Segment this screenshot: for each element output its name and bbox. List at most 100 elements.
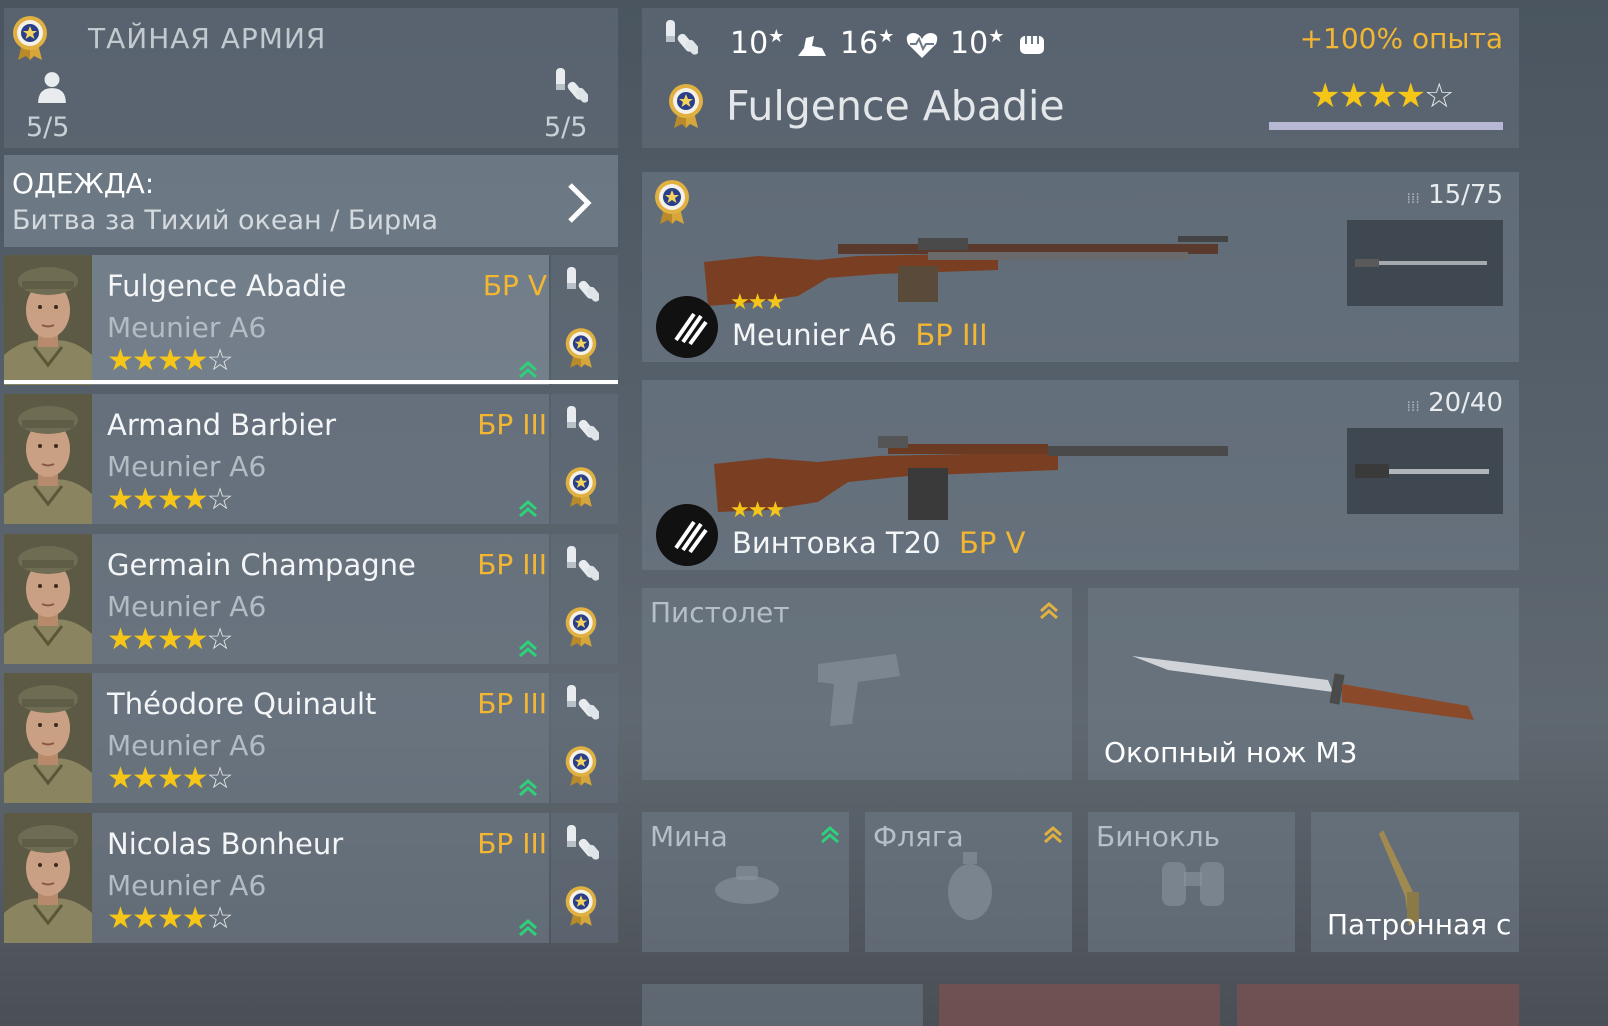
outfit-label: ОДЕЖДА: (12, 167, 155, 200)
flask-icon (948, 852, 992, 920)
upgrade-chevron-icon (517, 361, 539, 379)
pistol-label: Пистолет (650, 596, 790, 629)
binoculars-slot[interactable]: Бинокль (1088, 812, 1295, 952)
soldier-stars: ★★★★☆ (107, 482, 234, 517)
primary-weapon-slot[interactable]: ★★★ Meunier A6 БР III ⁞⁞⁞ 15/75 (642, 172, 1519, 362)
soldier-rank: БР III (477, 408, 547, 441)
knife-image (1132, 656, 1474, 720)
soldier-name: Germain Champagne (107, 548, 416, 582)
soldier-weapon: Meunier A6 (107, 590, 267, 623)
soldier-rank: БР V (482, 269, 547, 302)
medal-icon (652, 178, 692, 226)
soldier-side-cell (551, 394, 618, 524)
bottom-slot-1[interactable] (642, 984, 923, 1026)
squad-title: ТАЙНАЯ АРМИЯ (88, 22, 327, 55)
soldiers-count: 5/5 (26, 112, 70, 143)
ammo-icon (563, 823, 599, 863)
ammo-icon (662, 18, 698, 58)
mine-slot[interactable]: Мина (642, 812, 849, 952)
soldier-side-cell (551, 255, 618, 385)
bottom-slot-3[interactable] (1237, 984, 1519, 1026)
soldier-detail-header: 10★ 16★ 10★ +100% опыта Fulgence Abadie … (642, 8, 1519, 148)
soldier-portrait (4, 534, 92, 664)
outfit-selector[interactable]: ОДЕЖДА: Битва за Тихий океан / Бирма (4, 155, 618, 247)
fist-icon (1019, 35, 1044, 54)
soldier-portrait (4, 255, 92, 385)
medal-icon (563, 604, 599, 650)
chevron-up-icon (819, 826, 841, 844)
chevron-up-icon (1038, 602, 1060, 620)
ammo-type-icon (656, 504, 718, 566)
soldier-portrait (4, 813, 92, 943)
soldier-row[interactable]: Armand Barbier Meunier A6 ★★★★☆ БР III (4, 394, 549, 524)
knife-slot[interactable]: Окопный нож М3 (1088, 588, 1519, 780)
ammo-icon (552, 66, 588, 106)
soldier-name: Nicolas Bonheur (107, 827, 344, 861)
flask-slot[interactable]: Фляга (865, 812, 1072, 952)
medal-icon (666, 82, 706, 130)
soldier-side-cell (551, 673, 618, 803)
bayonet-slot[interactable] (1347, 220, 1503, 306)
soldier-weapon: Meunier A6 (107, 869, 267, 902)
pistol-icon (818, 654, 900, 726)
soldier-side-cell (551, 813, 618, 943)
ammo-icon (563, 544, 599, 584)
upgrade-chevron-icon (517, 919, 539, 937)
weapon-title: Meunier A6 БР III (732, 318, 988, 352)
secondary-weapon-slot[interactable]: ★★★ Винтовка T20 БР V ⁞⁞⁞ 20/40 (642, 380, 1519, 570)
soldier-name: Fulgence Abadie (107, 269, 347, 303)
selected-soldier-name: Fulgence Abadie (726, 82, 1065, 130)
ammo-icon (563, 683, 599, 723)
soldier-row[interactable]: Germain Champagne Meunier A6 ★★★★☆ БР III (4, 534, 549, 664)
stat-health: 16★ (840, 26, 940, 61)
ammo-count: 5/5 (544, 112, 588, 143)
soldier-weapon: Meunier A6 (107, 450, 267, 483)
person-icon (36, 70, 68, 104)
binoculars-label: Бинокль (1096, 820, 1221, 853)
soldier-row[interactable]: Théodore Quinault Meunier A6 ★★★★☆ БР III (4, 673, 549, 803)
exp-bonus: +100% опыта (1299, 22, 1503, 55)
bayonet-slot[interactable] (1347, 428, 1503, 514)
stat-strength: 10★ (950, 26, 1050, 61)
bottom-slot-2[interactable] (939, 984, 1220, 1026)
soldier-stars: ★★★★☆ (107, 622, 234, 657)
flask-label: Фляга (873, 820, 964, 853)
soldier-rank: БР III (477, 687, 547, 720)
soldier-rank: БР III (477, 548, 547, 581)
weapon-ammo: ⁞⁞⁞ 20/40 (1406, 388, 1503, 418)
heart-icon (906, 32, 938, 58)
pistol-slot[interactable]: Пистолет (642, 588, 1072, 780)
upgrade-chevron-icon (517, 640, 539, 658)
soldier-row[interactable]: Fulgence Abadie Meunier A6 ★★★★☆ БР V (4, 255, 549, 385)
soldier-name: Armand Barbier (107, 408, 337, 442)
soldier-stars: ★★★★☆ (107, 901, 234, 936)
weapon-stars: ★★★ (730, 498, 785, 523)
weapon-title: Винтовка T20 БР V (732, 526, 1026, 560)
medal-icon (563, 743, 599, 789)
mine-icon (715, 866, 779, 904)
ammo-belt-slot[interactable]: Патронная с (1311, 812, 1519, 952)
soldier-portrait (4, 394, 92, 524)
chevron-up-icon (1042, 826, 1064, 844)
ammo-belt-label: Патронная с (1327, 908, 1512, 941)
soldier-stars: ★★★★☆ (107, 343, 234, 378)
soldier-rank: БР III (477, 827, 547, 860)
weapon-ammo: ⁞⁞⁞ 15/75 (1406, 180, 1503, 210)
soldier-weapon: Meunier A6 (107, 729, 267, 762)
chevron-right-icon[interactable] (564, 181, 594, 225)
mine-label: Мина (650, 820, 728, 853)
selected-underline (4, 380, 618, 384)
ammo-type-icon (656, 296, 718, 358)
ammo-icon (563, 404, 599, 444)
stat-sprint: 10★ (730, 26, 830, 61)
soldier-side-cell (551, 534, 618, 664)
soldier-row[interactable]: Nicolas Bonheur Meunier A6 ★★★★☆ БР III (4, 813, 549, 943)
knife-label: Окопный нож М3 (1104, 736, 1358, 769)
ammo-icon (563, 265, 599, 305)
medal-icon (563, 325, 599, 371)
exp-progress-bar (1269, 122, 1503, 130)
soldier-stars: ★★★★☆ (107, 761, 234, 796)
upgrade-chevron-icon (517, 779, 539, 797)
rifle-image (714, 436, 1228, 520)
sprint-icon (797, 35, 826, 56)
